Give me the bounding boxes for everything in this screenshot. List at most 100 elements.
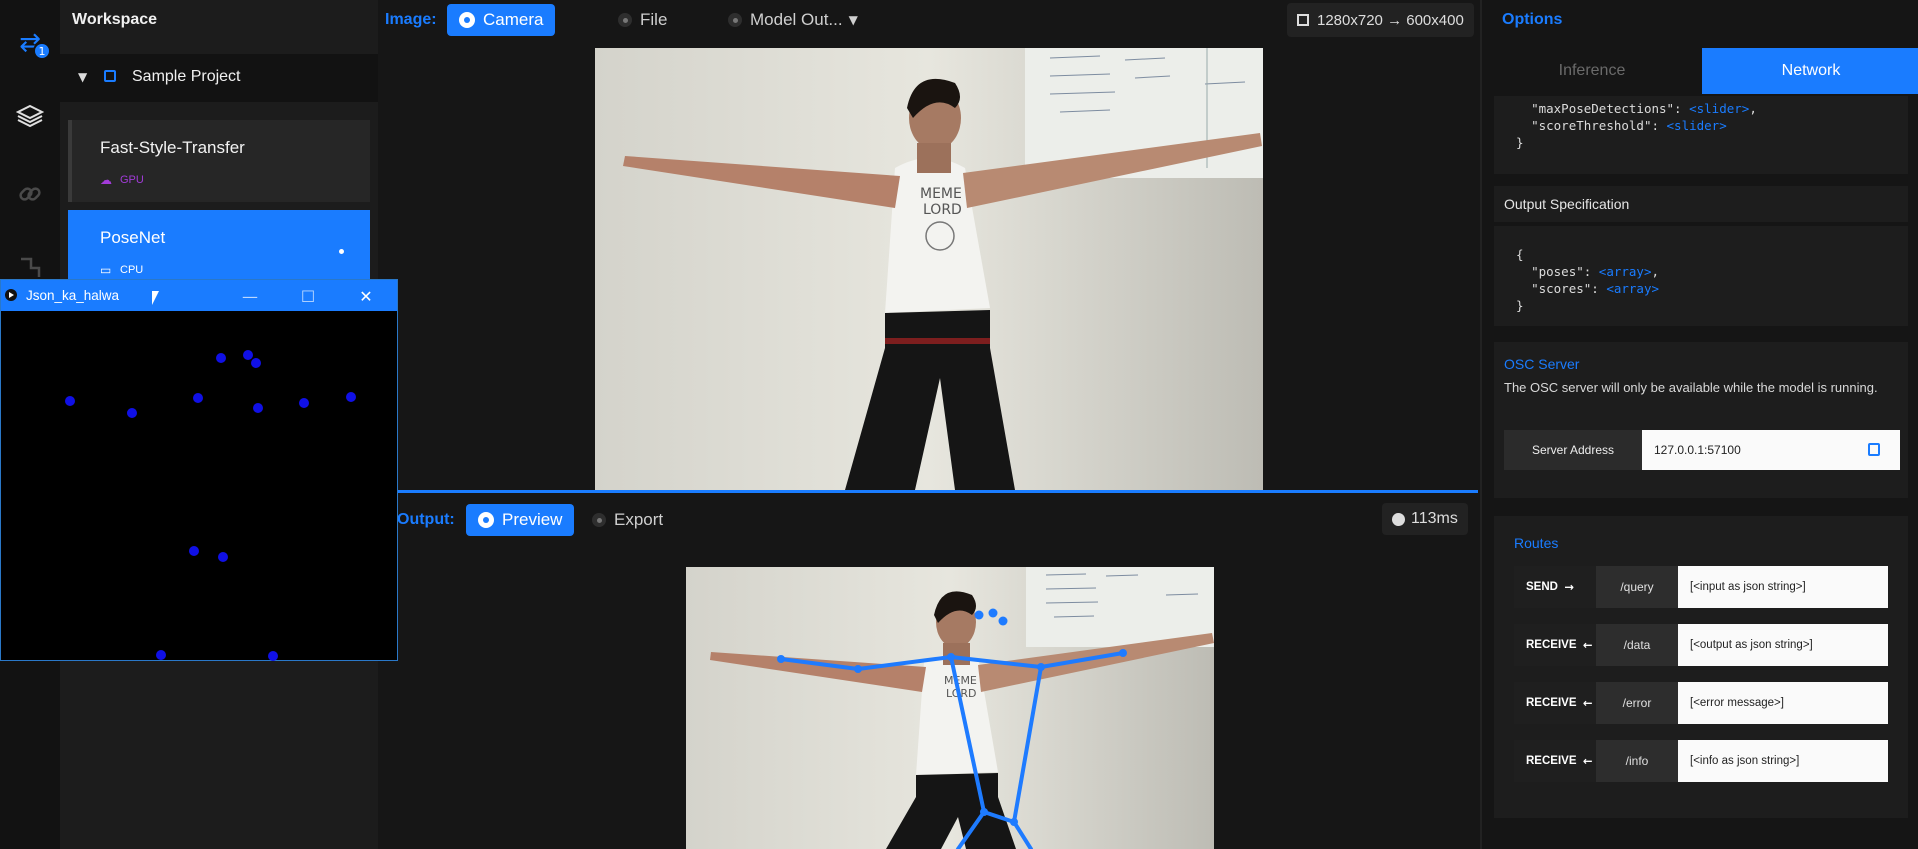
svg-text:MEME: MEME [944, 674, 977, 687]
output-spec-key: "poses": [1531, 264, 1599, 279]
app-icon [5, 289, 17, 301]
notification-badge: 1 [33, 42, 51, 60]
camera-label: Camera [483, 10, 544, 29]
server-address-field[interactable]: 127.0.0.1:57100 [1642, 430, 1900, 470]
tab-inference[interactable]: Inference [1482, 48, 1702, 94]
route-value-field[interactable]: [<output as json string>] [1678, 624, 1888, 666]
svg-text:LORD: LORD [923, 202, 962, 218]
clock-icon [1392, 512, 1405, 526]
keypoint [193, 393, 203, 403]
osc-title: OSC Server [1504, 356, 1580, 372]
keypoint [253, 403, 263, 413]
route-direction: SEND → [1514, 566, 1596, 608]
keypoint [156, 650, 166, 660]
link-icon[interactable] [14, 178, 46, 210]
route-path: /error [1596, 682, 1678, 724]
output-spec-type: <array> [1598, 264, 1652, 279]
status-dot [339, 249, 344, 254]
tab-network[interactable]: Network [1702, 48, 1918, 94]
eye-icon [478, 512, 494, 528]
camera-button[interactable]: Camera [447, 4, 556, 36]
preview-label: Preview [502, 510, 563, 529]
maximize-icon[interactable]: ☐ [291, 284, 325, 308]
keypoint [216, 353, 226, 363]
route-value-field[interactable]: [<info as json string>] [1678, 740, 1888, 782]
route-value-field[interactable]: [<input as json string>] [1678, 566, 1888, 608]
model-hardware: GPU [120, 174, 144, 186]
keypoint [65, 396, 75, 406]
caret-down-icon[interactable]: ▼ [78, 70, 87, 84]
keypoint [189, 546, 199, 556]
file-button[interactable]: File [606, 4, 679, 36]
input-spec-key: "scoreThreshold": [1531, 118, 1667, 133]
route-path: /info [1596, 740, 1678, 782]
server-address-label: Server Address [1504, 430, 1642, 470]
output-spec-close: } [1516, 298, 1524, 313]
model-hardware: CPU [120, 264, 144, 276]
model-card-fast-style-transfer[interactable]: Fast-Style-Transfer ☁ GPU [68, 120, 370, 202]
keypoint [299, 398, 309, 408]
options-title: Options [1502, 11, 1563, 28]
route-path: /data [1596, 624, 1678, 666]
keypoint [127, 408, 137, 418]
cloud-icon: ☁ [100, 173, 112, 187]
keypoint-window[interactable]: Json_ka_halwa — ☐ ✕ [0, 279, 398, 661]
output-spec-header: Output Specification [1504, 196, 1630, 212]
output-label: Output: [397, 511, 455, 528]
route-dir-label: RECEIVE [1526, 639, 1577, 651]
output-spec-card: { "poses": <array>, "scores": <array> } [1494, 226, 1908, 326]
project-header[interactable]: ▼ Sample Project [60, 54, 378, 102]
file-icon [618, 13, 632, 27]
route-value-field[interactable]: [<error message>] [1678, 682, 1888, 724]
osc-description: The OSC server will only be available wh… [1504, 380, 1878, 395]
keypoint [251, 358, 261, 368]
latency-badge: 113ms [1382, 503, 1468, 535]
file-label: File [640, 10, 668, 29]
input-spec-code: "maxPoseDetections": <slider>, "scoreThr… [1516, 100, 1757, 151]
routes-title: Routes [1514, 535, 1559, 551]
arrow-left-icon: ← [1582, 638, 1593, 652]
route-direction: RECEIVE ← [1514, 624, 1596, 666]
input-spec-sep: , [1749, 101, 1757, 116]
input-spec-key: "maxPoseDetections": [1531, 101, 1690, 116]
export-label: Export [614, 510, 664, 529]
minimize-icon[interactable]: — [233, 284, 267, 308]
camera-icon [459, 12, 475, 28]
window-title: Json_ka_halwa [26, 288, 120, 303]
input-spec-card: "maxPoseDetections": <slider>, "scoreThr… [1494, 96, 1908, 174]
routes-card: Routes SEND → /query [<input as json str… [1494, 516, 1908, 818]
output-spec-key: "scores": [1531, 281, 1607, 296]
mouse-cursor-icon [152, 291, 159, 305]
keypoint [218, 552, 228, 562]
route-direction: RECEIVE ← [1514, 682, 1596, 724]
close-icon[interactable]: ✕ [349, 284, 383, 308]
arrow-right-icon: → [1564, 580, 1574, 594]
preview-button[interactable]: Preview [466, 504, 575, 536]
export-button[interactable]: Export [580, 504, 675, 536]
workspace-title: Workspace [72, 11, 158, 28]
route-dir-label: RECEIVE [1526, 697, 1577, 709]
model-name: PoseNet [100, 228, 166, 247]
project-name: Sample Project [132, 68, 241, 85]
svg-text:MEME: MEME [920, 186, 962, 202]
route-dir-label: RECEIVE [1526, 755, 1577, 767]
output-spec-code: { "poses": <array>, "scores": <array> } [1516, 246, 1659, 314]
model-name: Fast-Style-Transfer [100, 138, 245, 157]
resolution-text: 1280x720 → 600x400 [1317, 11, 1464, 29]
layers-icon[interactable] [14, 100, 46, 132]
copy-icon[interactable] [1868, 443, 1880, 456]
osc-server-card: OSC Server The OSC server will only be a… [1494, 342, 1908, 498]
route-path: /query [1596, 566, 1678, 608]
output-preview-image: MEME LORD [686, 567, 1214, 849]
arrow-left-icon: ← [1582, 754, 1593, 768]
model-output-select[interactable]: Model Out... ▼ [716, 4, 870, 36]
route-dir-label: SEND [1526, 581, 1558, 593]
output-spec-header-card: Output Specification [1494, 186, 1908, 222]
latency-text: 113ms [1411, 510, 1458, 527]
input-photo-art: MEME LORD [595, 48, 1263, 490]
output-photo-art: MEME LORD [686, 567, 1214, 849]
output-spec-open: { [1516, 247, 1524, 262]
laptop-icon: ▭ [100, 263, 112, 277]
window-titlebar[interactable]: Json_ka_halwa — ☐ ✕ [1, 280, 397, 311]
route-direction: RECEIVE ← [1514, 740, 1596, 782]
